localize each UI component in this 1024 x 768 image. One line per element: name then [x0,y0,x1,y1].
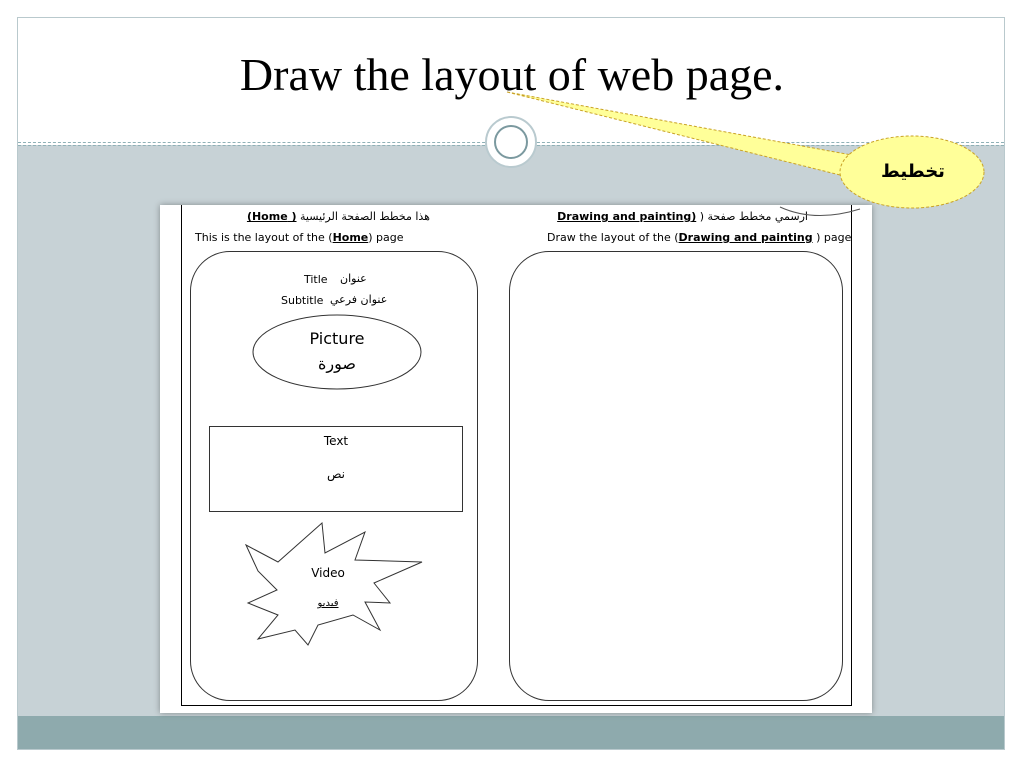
slide-title: Draw the layout of web page. [239,49,785,100]
subtitle-label-en: Subtitle [281,294,324,307]
partial-circle-shape [779,206,861,216]
video-label-ar: فيديو [317,598,339,609]
title-label-ar: عنوان [340,272,367,285]
picture-ellipse [252,314,422,390]
video-label-en: Video [311,566,345,580]
video-starburst [244,521,423,646]
subtitle-label-ar: عنوان فرعي [330,293,388,306]
text-label-ar: نص [326,467,346,481]
circle-ornament [485,116,537,168]
worksheet-image: هذا مخطط الصفحة الرئيسية ( Home) This is… [160,205,872,713]
text-label-en: Text [323,434,349,448]
picture-label-en: Picture [309,329,365,348]
picture-label-ar: صورة [318,354,356,373]
title-label-en: Title [304,273,328,286]
footer-band [18,716,1004,749]
